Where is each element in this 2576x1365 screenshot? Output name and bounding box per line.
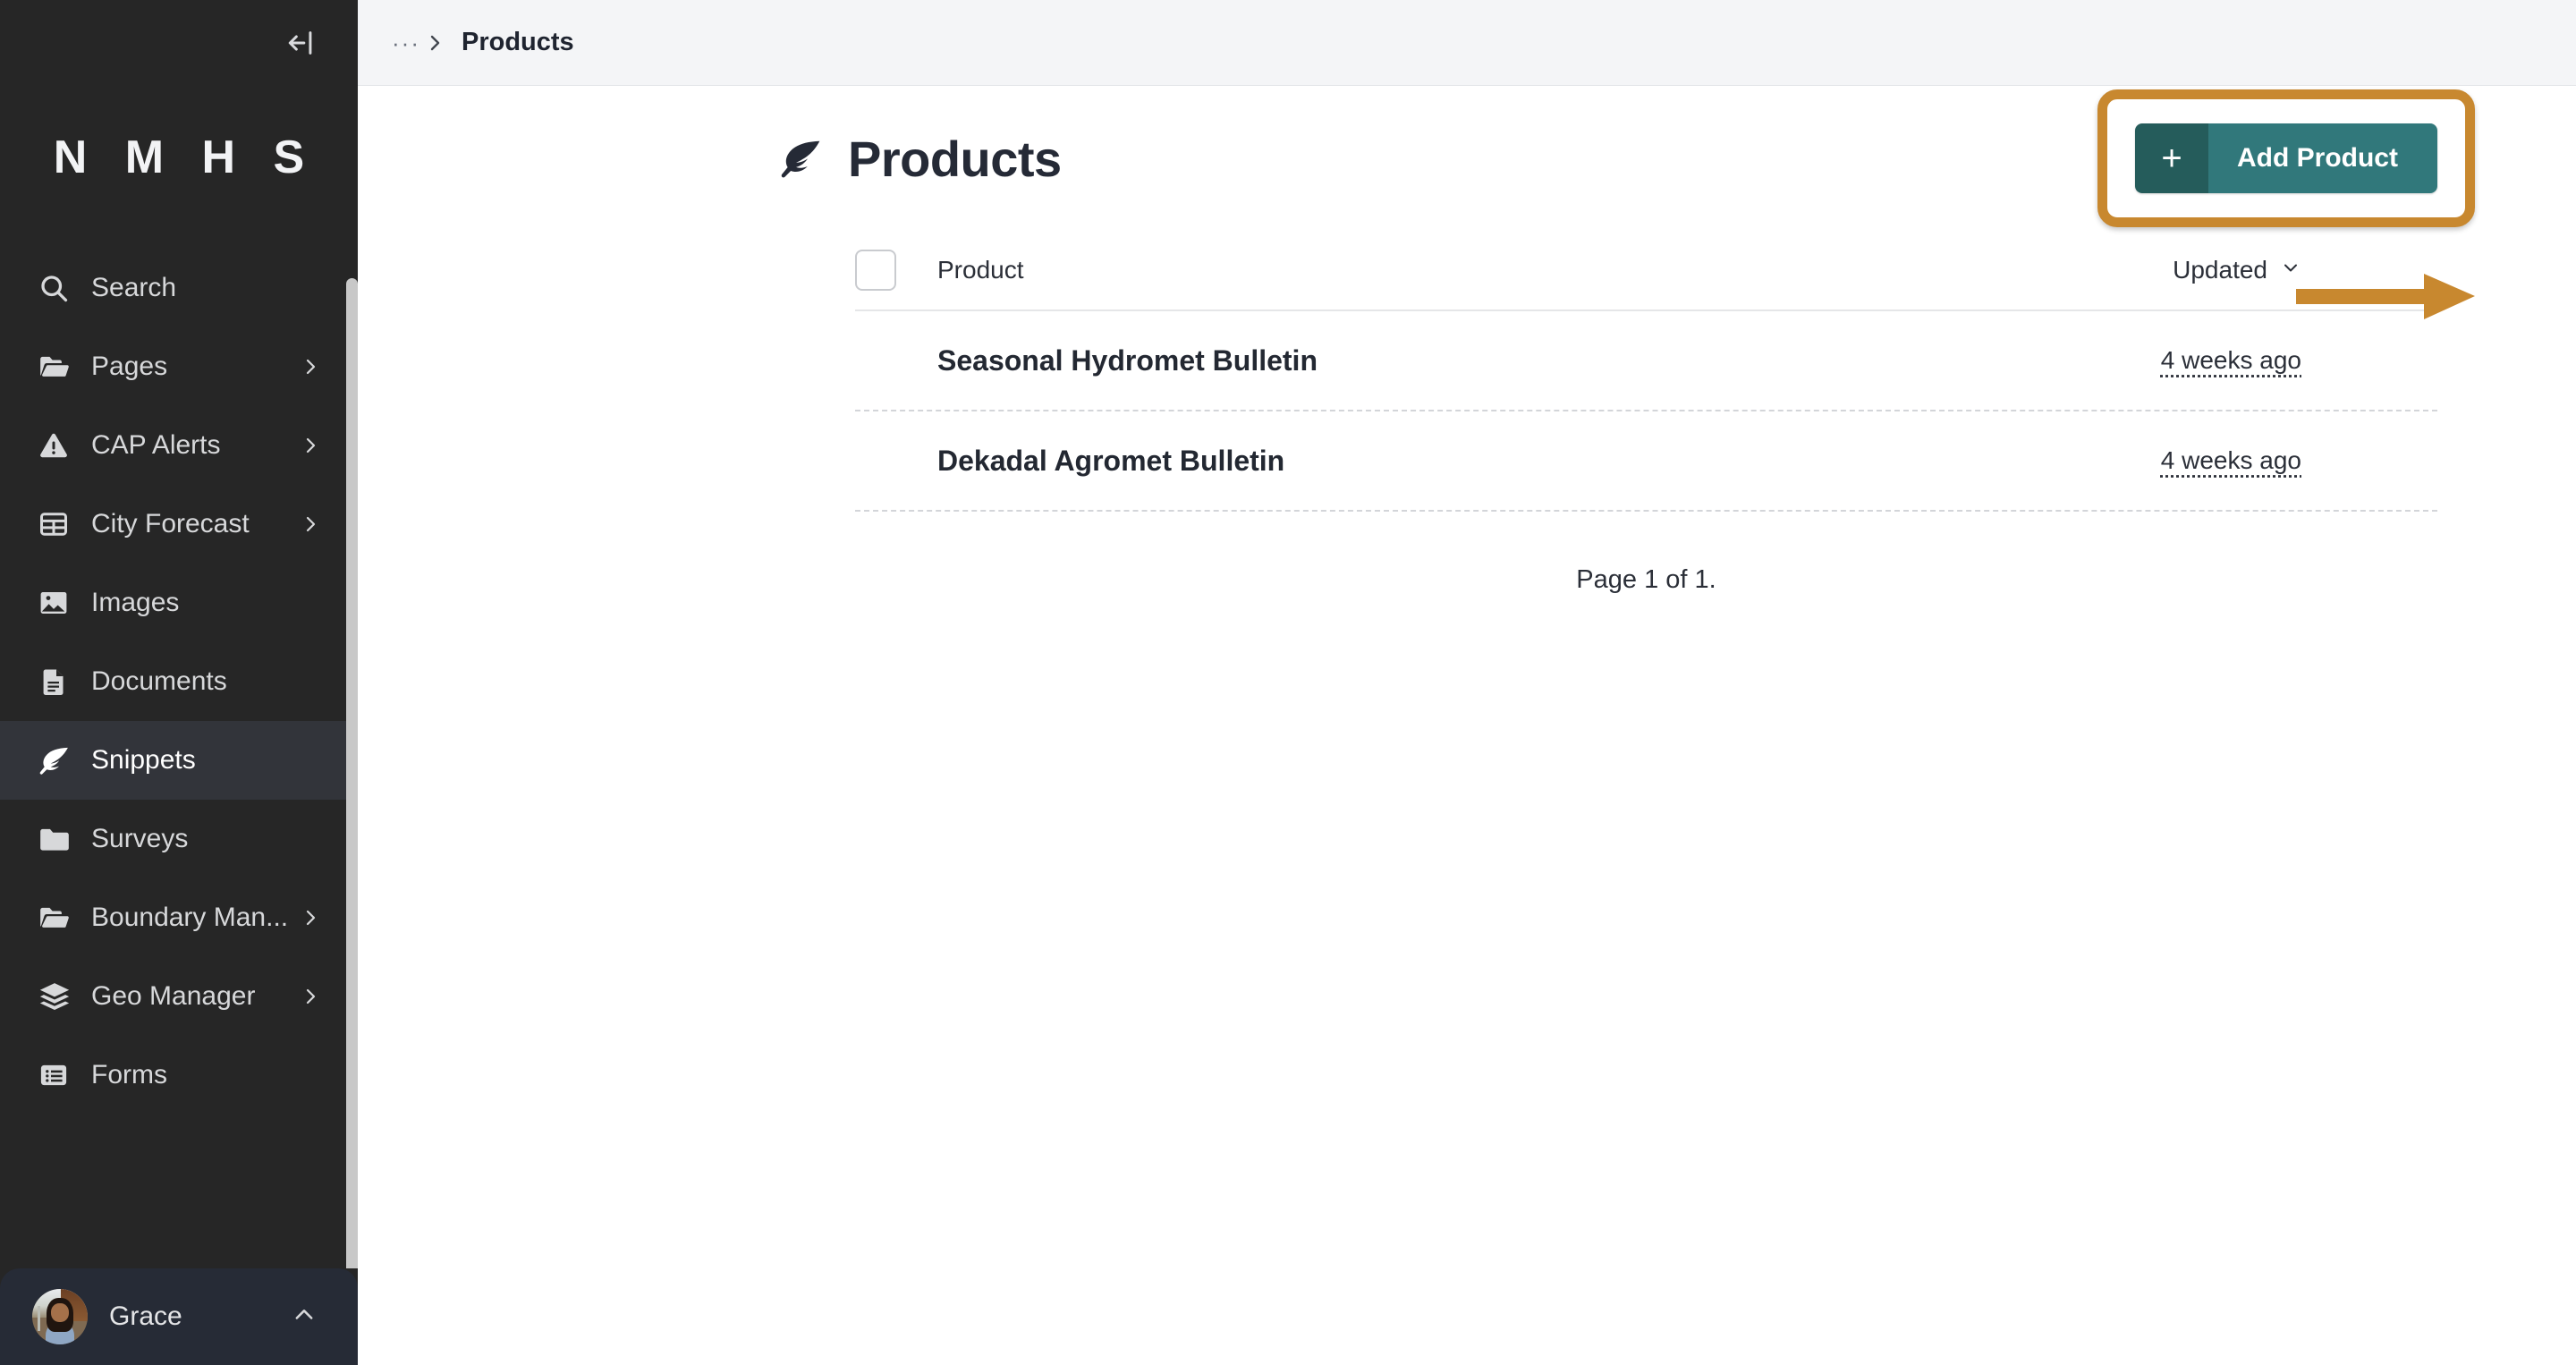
product-name[interactable]: Seasonal Hydromet Bulletin: [937, 344, 2161, 377]
select-all-checkbox[interactable]: [855, 250, 896, 291]
sidebar-item-label: Documents: [91, 666, 227, 696]
main-area: ··· Products Products + Add Product Prod…: [358, 0, 2576, 1365]
product-updated[interactable]: 4 weeks ago: [2161, 346, 2437, 375]
add-product-label: Add Product: [2208, 123, 2437, 193]
column-header-updated-label: Updated: [2173, 256, 2267, 284]
breadcrumb: Products: [461, 28, 574, 56]
chevron-right-icon: [299, 435, 322, 456]
sidebar-item-label: City Forecast: [91, 509, 250, 538]
layers-icon: [38, 977, 77, 1016]
sidebar-item-label: Snippets: [91, 745, 196, 775]
plus-icon: +: [2135, 123, 2208, 193]
sidebar-item-pages[interactable]: Pages: [0, 327, 358, 406]
leaf-icon: [38, 741, 77, 780]
add-product-annotated: + Add Product: [2097, 89, 2475, 227]
breadcrumb-ellipsis[interactable]: ···: [392, 31, 420, 55]
sidebar-item-label: Search: [91, 273, 177, 302]
sidebar-item-search[interactable]: Search: [0, 249, 358, 327]
document-icon: [38, 662, 77, 701]
products-table: Product Updated Seasonal Hydromet Bullet…: [855, 250, 2437, 512]
page-header: Products + Add Product: [778, 86, 2475, 227]
leaf-icon: [778, 135, 825, 182]
page-content: Products + Add Product Product Updated S…: [358, 86, 2576, 1365]
sidebar-item-label: Geo Manager: [91, 981, 256, 1011]
sidebar-item-geo-manager[interactable]: Geo Manager: [0, 957, 358, 1036]
table-row[interactable]: Dekadal Agromet Bulletin 4 weeks ago: [855, 411, 2437, 512]
collapse-left-icon[interactable]: [281, 22, 322, 64]
column-header-updated[interactable]: Updated: [2173, 256, 2437, 284]
sidebar-scrollbar[interactable]: [346, 278, 358, 1268]
warning-icon: [38, 426, 77, 465]
product-updated[interactable]: 4 weeks ago: [2161, 446, 2437, 475]
sidebar-item-snippets[interactable]: Snippets: [0, 721, 358, 800]
add-product-button[interactable]: + Add Product: [2135, 123, 2437, 193]
user-name: Grace: [109, 1301, 182, 1331]
sidebar-item-cap-alerts[interactable]: CAP Alerts: [0, 406, 358, 485]
sidebar: N M H S Search Pages CAP Alerts City For…: [0, 0, 358, 1365]
folder-icon: [38, 819, 77, 859]
sidebar-item-label: Images: [91, 588, 180, 617]
image-icon: [38, 583, 77, 623]
select-all-cell: [855, 250, 937, 291]
list-icon: [38, 1056, 77, 1095]
app-logo: N M H S: [53, 131, 318, 183]
topbar: ··· Products: [358, 0, 2576, 86]
avatar: [32, 1289, 88, 1344]
app-root: N M H S Search Pages CAP Alerts City For…: [0, 0, 2576, 1365]
search-icon: [38, 268, 77, 308]
user-profile-menu[interactable]: Grace: [0, 1268, 358, 1365]
sidebar-item-images[interactable]: Images: [0, 564, 358, 642]
pagination: Page 1 of 1.: [855, 565, 2437, 595]
sidebar-item-label: Boundary Man...: [91, 903, 289, 932]
sidebar-item-city-forecast[interactable]: City Forecast: [0, 485, 358, 564]
chevron-right-icon: [299, 356, 322, 377]
sidebar-item-label: Surveys: [91, 824, 189, 853]
sidebar-nav: Search Pages CAP Alerts City Forecast Im…: [0, 229, 358, 1268]
folder-open-icon: [38, 347, 77, 386]
sidebar-item-label: Forms: [91, 1060, 167, 1089]
chevron-right-icon: [299, 986, 322, 1007]
sidebar-item-label: Pages: [91, 352, 168, 381]
folder-open-icon: [38, 898, 77, 937]
chevron-down-icon: [2280, 256, 2301, 284]
sidebar-item-surveys[interactable]: Surveys: [0, 800, 358, 878]
sidebar-item-label: CAP Alerts: [91, 430, 221, 460]
chevron-right-icon: [299, 907, 322, 928]
table-header-row: Product Updated: [855, 250, 2437, 311]
sidebar-item-documents[interactable]: Documents: [0, 642, 358, 721]
column-header-product: Product: [937, 256, 1024, 284]
chevron-right-icon: [299, 513, 322, 535]
chevron-up-icon[interactable]: [292, 1302, 317, 1332]
sidebar-item-boundary-manager[interactable]: Boundary Man...: [0, 878, 358, 957]
sidebar-collapse-row: [0, 0, 358, 86]
chevron-right-icon: [424, 32, 445, 54]
pagination-label: Page 1 of 1.: [1576, 565, 1716, 594]
product-name[interactable]: Dekadal Agromet Bulletin: [937, 445, 2161, 478]
sidebar-item-forms[interactable]: Forms: [0, 1036, 358, 1115]
table-row[interactable]: Seasonal Hydromet Bulletin 4 weeks ago: [855, 311, 2437, 411]
table-icon: [38, 504, 77, 544]
page-title: Products: [848, 130, 1062, 187]
